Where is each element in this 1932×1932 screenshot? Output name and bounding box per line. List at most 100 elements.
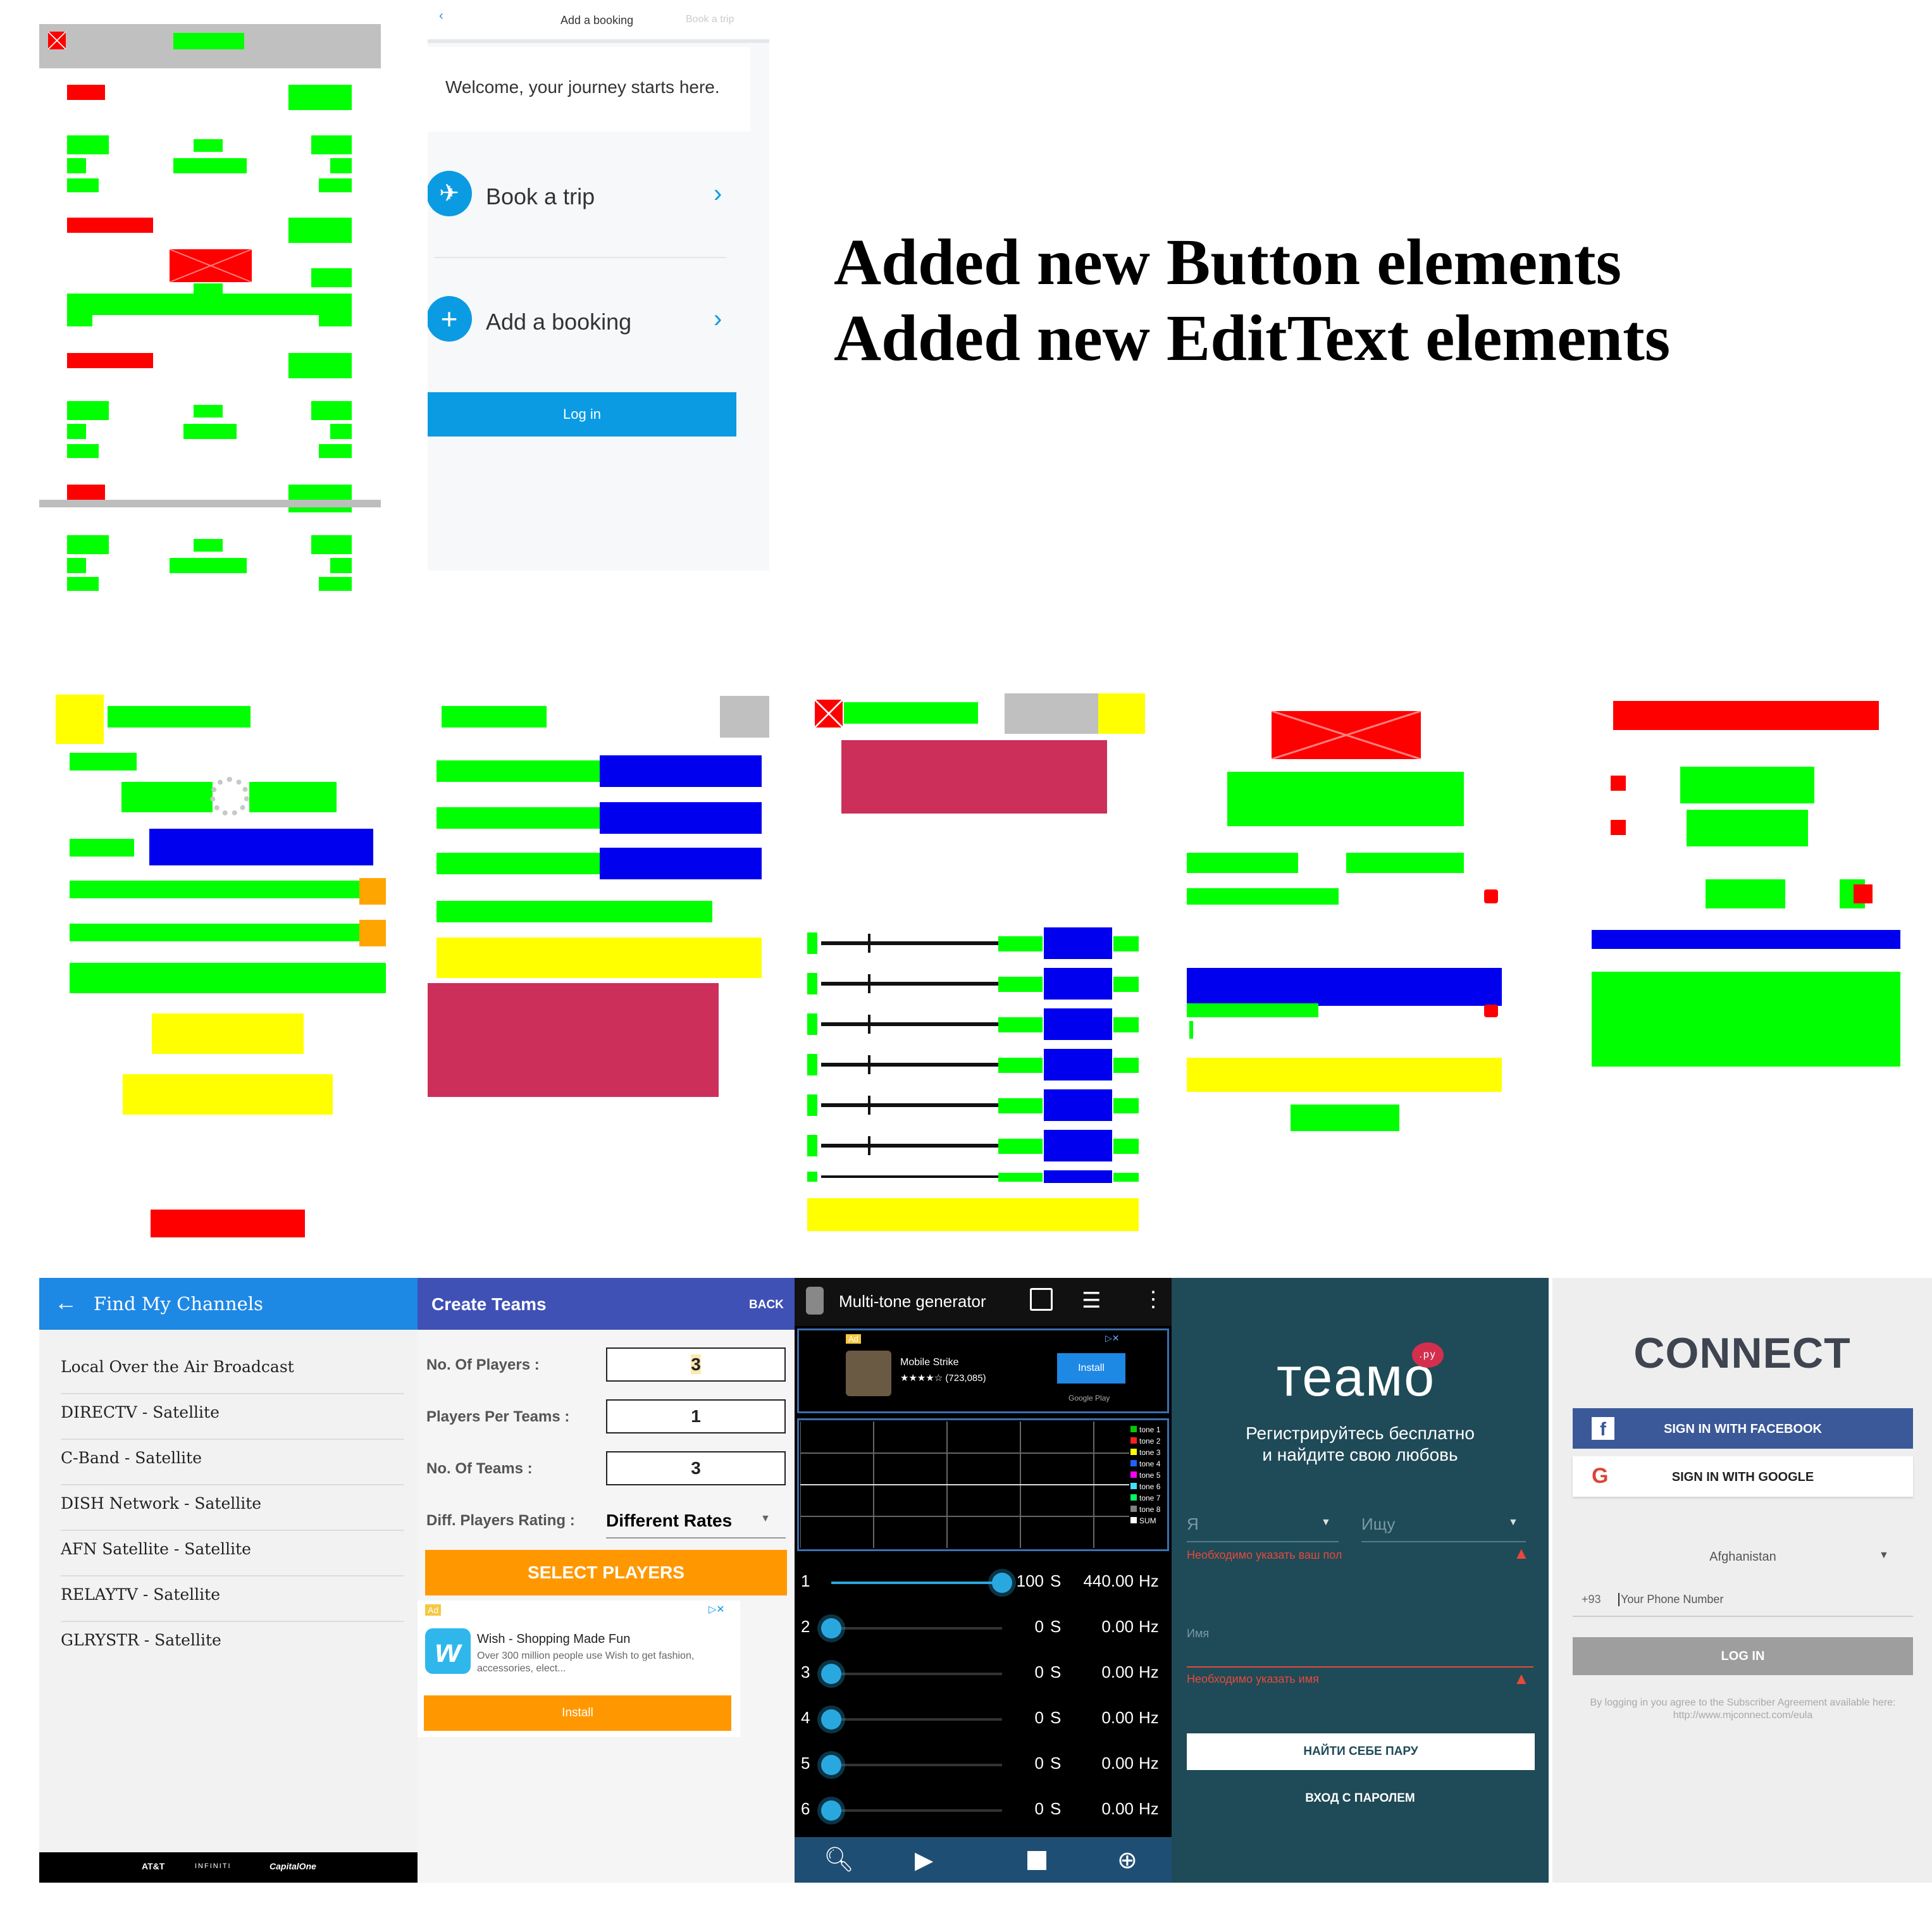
wireframe-button — [1592, 972, 1900, 1067]
booking-topbar-title: Add a booking — [560, 14, 634, 27]
wireframe-seekbar-thumb — [868, 1015, 870, 1034]
select-players-button[interactable]: SELECT PLAYERS — [425, 1550, 787, 1595]
dropdown-arrow-icon: ▼ — [1879, 1550, 1889, 1561]
volume-slider-thumb[interactable] — [821, 1755, 841, 1775]
phone-field[interactable]: +93 Your Phone Number — [1573, 1584, 1913, 1617]
booking-topbar-right[interactable]: Book a trip — [686, 14, 734, 25]
frequency-value[interactable]: 0.00 — [1073, 1617, 1134, 1637]
adchoices-icon[interactable]: ▷✕ — [1105, 1333, 1120, 1344]
wireframe-image — [67, 353, 153, 368]
volume-slider-track[interactable] — [831, 1673, 1002, 1675]
frequency-value[interactable]: 0.00 — [1073, 1754, 1134, 1773]
add-booking-item[interactable]: + Add a booking › — [428, 291, 769, 348]
wireframe-edittext — [1044, 927, 1112, 959]
volume-slider-thumb[interactable] — [821, 1800, 841, 1821]
list-icon[interactable]: ☰ — [1082, 1288, 1101, 1313]
wireframe-text — [442, 706, 547, 728]
wireframe-yellow — [1098, 693, 1145, 734]
volume-slider-track[interactable] — [831, 1809, 1002, 1812]
password-login-link[interactable]: ВХОД С ПАРОЛЕМ — [1172, 1792, 1549, 1805]
sine-toggle[interactable]: S — [1050, 1571, 1061, 1591]
country-code: +93 — [1582, 1593, 1601, 1606]
gender-dropdown[interactable]: Я ▼ — [1187, 1507, 1339, 1542]
name-field[interactable]: Имя — [1187, 1619, 1533, 1668]
back-button[interactable]: BACK — [749, 1298, 784, 1312]
volume-slider-thumb[interactable] — [821, 1709, 841, 1730]
teams-app-bar: Create Teams BACK — [418, 1278, 795, 1330]
google-play-label: Google Play — [1068, 1394, 1110, 1403]
volume-slider-thumb[interactable] — [821, 1618, 841, 1638]
wireframe-text — [330, 158, 352, 173]
volume-slider-thumb[interactable] — [992, 1573, 1012, 1593]
book-trip-item[interactable]: ✈ Book a trip › — [428, 166, 769, 223]
channel-item[interactable]: AFN Satellite - Satellite — [61, 1531, 404, 1576]
tone-row: 6 0 S 0.00 Hz — [795, 1788, 1172, 1833]
wireframe-edittext — [1044, 1008, 1112, 1040]
volume-slider-track[interactable] — [831, 1764, 1002, 1766]
wireframe-text — [319, 313, 352, 326]
sine-toggle[interactable]: S — [1050, 1754, 1061, 1773]
wireframe-text — [70, 753, 137, 771]
frequency-unit: Hz — [1139, 1754, 1159, 1773]
country-dropdown[interactable]: Afghanistan ▼ — [1573, 1544, 1913, 1574]
wireframe-text — [1187, 853, 1298, 873]
sine-toggle[interactable]: S — [1050, 1617, 1061, 1637]
wireframe-image — [1613, 701, 1879, 730]
adchoices-icon[interactable]: ▷✕ — [709, 1603, 725, 1616]
channel-item[interactable]: GLRYSTR - Satellite — [61, 1622, 404, 1668]
ad-install-button[interactable]: Install — [1057, 1353, 1125, 1384]
teams-count-label: No. Of Teams : — [426, 1460, 533, 1477]
wireframe-text — [1113, 1058, 1139, 1073]
ad-card[interactable]: Ad ▷✕ w Wish - Shopping Made Fun Over 30… — [418, 1601, 740, 1737]
sine-toggle[interactable]: S — [1050, 1663, 1061, 1682]
find-match-button[interactable]: НАЙТИ СЕБЕ ПАРУ — [1187, 1733, 1535, 1770]
back-arrow-icon[interactable]: ← — [54, 1289, 77, 1316]
frequency-value[interactable]: 0.00 — [1073, 1799, 1134, 1819]
login-button[interactable]: Log in — [428, 392, 736, 437]
play-icon[interactable]: ▶ — [915, 1846, 933, 1874]
players-per-team-field[interactable]: 1 — [606, 1399, 786, 1434]
save-icon[interactable] — [1030, 1288, 1053, 1311]
divider — [434, 257, 726, 258]
volume-slider-thumb[interactable] — [821, 1664, 841, 1684]
wireframe-text — [319, 577, 352, 591]
wireframe-image-placeholder — [48, 32, 66, 49]
sine-toggle[interactable]: S — [1050, 1708, 1061, 1728]
google-signin-button[interactable]: G SIGN IN WITH GOOGLE — [1573, 1456, 1913, 1497]
tone-ad[interactable]: Ad ▷✕ Mobile Strike ★★★★☆ (723,085) Inst… — [797, 1328, 1169, 1413]
channel-item[interactable]: RELAYTV - Satellite — [61, 1576, 404, 1622]
ad-install-button[interactable]: Install — [424, 1695, 731, 1731]
speaker-icon — [806, 1287, 824, 1315]
channel-item[interactable]: DISH Network - Satellite — [61, 1485, 404, 1531]
overflow-menu-icon[interactable]: ⋮ — [1142, 1287, 1164, 1312]
frequency-value[interactable]: 0.00 — [1073, 1663, 1134, 1682]
frequency-value[interactable]: 440.00 — [1073, 1571, 1134, 1591]
players-field[interactable]: 3 — [606, 1347, 786, 1382]
wireframe-gray — [1005, 693, 1099, 734]
zoom-out-icon[interactable]: 🔍︎ — [824, 1846, 854, 1874]
seeking-dropdown[interactable]: Ищу ▼ — [1361, 1507, 1526, 1542]
wireframe-button — [1187, 1058, 1502, 1092]
back-chevron-icon[interactable]: ‹ — [439, 9, 443, 23]
airplane-icon: ✈ — [428, 171, 472, 216]
wireframe-image — [67, 218, 153, 233]
stop-icon[interactable] — [1027, 1851, 1046, 1870]
volume-value: 0 — [1034, 1708, 1044, 1727]
login-button[interactable]: LOG IN — [1573, 1637, 1913, 1675]
channel-item[interactable]: DIRECTV - Satellite — [61, 1394, 404, 1440]
volume-slider-track[interactable] — [831, 1627, 1002, 1630]
sine-toggle[interactable]: S — [1050, 1799, 1061, 1819]
form-row: Diff. Players Rating : Different Rates ▼ — [418, 1503, 795, 1539]
wireframe-text — [67, 313, 92, 326]
wireframe-text — [249, 782, 337, 812]
volume-slider-track[interactable] — [831, 1718, 1002, 1721]
channel-item[interactable]: Local Over the Air Broadcast — [61, 1349, 404, 1394]
channel-item[interactable]: C-Band - Satellite — [61, 1440, 404, 1485]
frequency-value[interactable]: 0.00 — [1073, 1708, 1134, 1728]
zoom-in-icon[interactable]: ⊕ — [1117, 1846, 1137, 1874]
rating-dropdown[interactable]: Different Rates ▼ — [606, 1503, 786, 1539]
ad-badge: Ad — [846, 1334, 861, 1344]
teams-count-field[interactable]: 3 — [606, 1451, 786, 1485]
facebook-signin-button[interactable]: f SIGN IN WITH FACEBOOK — [1573, 1408, 1913, 1449]
plus-icon: + — [428, 296, 472, 342]
